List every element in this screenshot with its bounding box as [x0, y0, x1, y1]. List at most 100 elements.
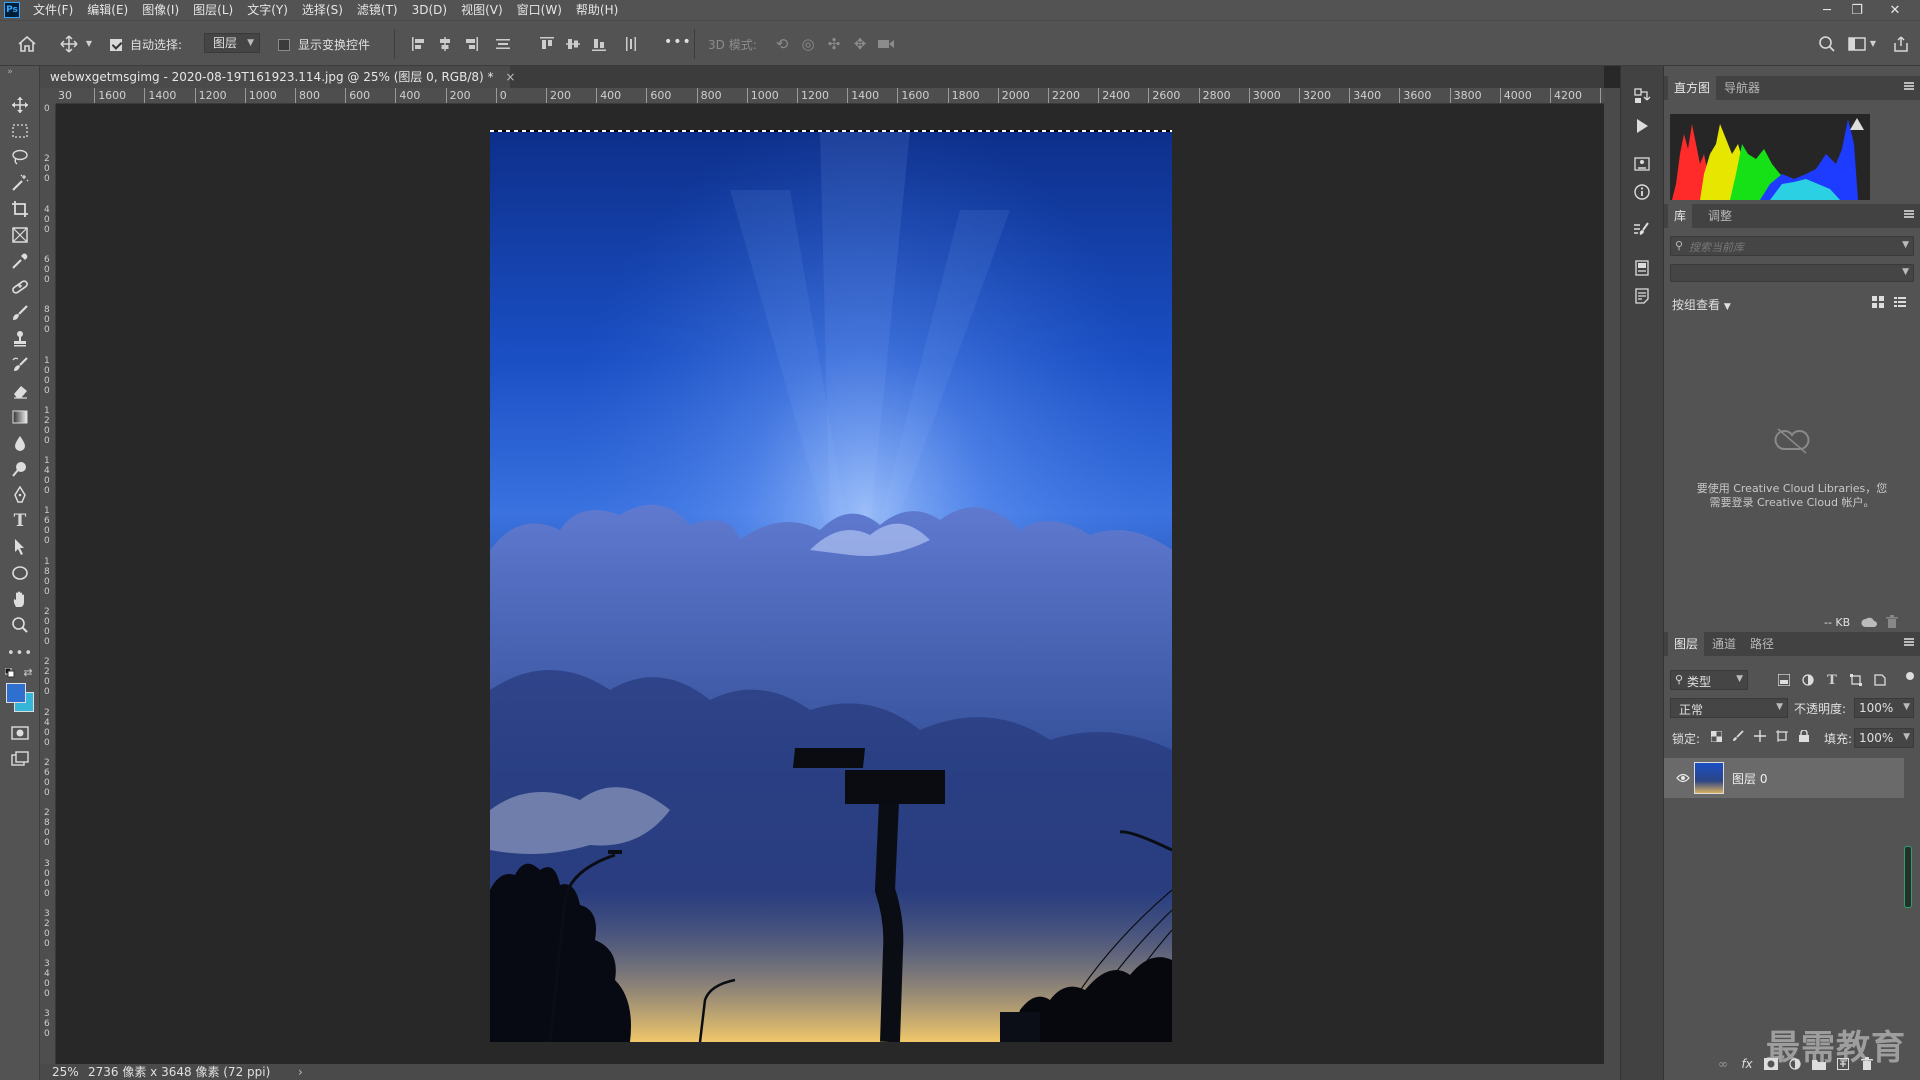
view-by-group-dropdown[interactable]: 按组查看 ▼: [1672, 296, 1731, 313]
align-bottom-icon[interactable]: [590, 35, 608, 53]
layer-style-icon[interactable]: fx: [1738, 1056, 1756, 1072]
layer-name[interactable]: 图层 0: [1732, 770, 1767, 787]
screen-mode-icon[interactable]: [9, 748, 31, 770]
more-options-button[interactable]: •••: [664, 34, 692, 50]
properties-icon[interactable]: [1627, 152, 1657, 176]
document-image[interactable]: [490, 130, 1172, 1042]
3d-slide-icon[interactable]: ✥: [850, 34, 870, 54]
quick-mask-icon[interactable]: [9, 722, 31, 744]
auto-select-target-dropdown[interactable]: 图层 ▼: [204, 33, 260, 53]
align-right-icon[interactable]: [462, 35, 480, 53]
3d-video-camera-icon[interactable]: [876, 34, 896, 54]
edit-toolbar-icon[interactable]: •••: [7, 642, 32, 664]
panel-menu-icon[interactable]: [1904, 638, 1914, 646]
filter-pixel-icon[interactable]: [1774, 670, 1794, 690]
ruler-corner[interactable]: [40, 88, 56, 104]
document-tab[interactable]: webwxgetmsgimg - 2020-08-19T161923.114.j…: [40, 66, 515, 88]
magic-wand-tool-icon[interactable]: [9, 172, 31, 194]
tab-paths[interactable]: 路径: [1744, 632, 1780, 656]
filter-shape-icon[interactable]: [1846, 670, 1866, 690]
menu-help[interactable]: 帮助(H): [569, 0, 625, 20]
menu-image[interactable]: 图像(I): [135, 0, 186, 20]
menu-layer[interactable]: 图层(L): [186, 0, 240, 20]
workspace-icon[interactable]: [1846, 33, 1868, 55]
menu-edit[interactable]: 编辑(E): [80, 0, 135, 20]
collapse-panel-icon[interactable]: »: [2, 66, 18, 78]
tab-navigator[interactable]: 导航器: [1718, 76, 1766, 100]
distribute-horizontal-icon[interactable]: [622, 35, 640, 53]
chevron-down-icon[interactable]: ▼: [1868, 36, 1878, 50]
panel-menu-icon[interactable]: [1904, 210, 1914, 218]
actions-play-icon[interactable]: [1627, 114, 1657, 138]
layers-scrollbar[interactable]: [1904, 846, 1912, 908]
frame-tool-icon[interactable]: [9, 224, 31, 246]
zoom-tool-icon[interactable]: [9, 614, 31, 636]
move-tool-icon[interactable]: [9, 94, 31, 116]
default-colors-icon[interactable]: [5, 668, 15, 678]
filter-toggle-icon[interactable]: [1906, 672, 1914, 680]
library-search-input[interactable]: ⚲ 搜索当前库 ▼: [1670, 236, 1914, 256]
layer-comps-icon[interactable]: [1627, 256, 1657, 280]
hand-tool-icon[interactable]: [9, 588, 31, 610]
vertical-scrollbar[interactable]: [1604, 88, 1620, 1064]
lock-all-icon[interactable]: [1796, 728, 1812, 744]
gradient-tool-icon[interactable]: [9, 406, 31, 428]
link-layers-icon[interactable]: ∞: [1714, 1056, 1732, 1072]
menu-select[interactable]: 选择(S): [295, 0, 350, 20]
align-horizontal-center-icon[interactable]: [436, 35, 454, 53]
tab-histogram[interactable]: 直方图: [1668, 76, 1717, 100]
dodge-tool-icon[interactable]: [9, 458, 31, 480]
eraser-tool-icon[interactable]: [9, 380, 31, 402]
list-view-icon[interactable]: [1892, 294, 1908, 310]
menu-type[interactable]: 文字(Y): [240, 0, 295, 20]
menu-window[interactable]: 窗口(W): [510, 0, 569, 20]
3d-orbit-icon[interactable]: ⟲: [772, 34, 792, 54]
notes-icon[interactable]: [1627, 284, 1657, 308]
panel-menu-icon[interactable]: [1904, 82, 1914, 90]
menu-view[interactable]: 视图(V): [454, 0, 510, 20]
crop-tool-icon[interactable]: [9, 198, 31, 220]
library-select-dropdown[interactable]: ▼: [1670, 264, 1914, 282]
home-icon[interactable]: [16, 33, 38, 55]
lasso-tool-icon[interactable]: [9, 146, 31, 168]
horizontal-ruler[interactable]: 30 1600 1400 1200 1000 800 600 400 200 0 200 400 600…: [56, 88, 1618, 104]
restore-button[interactable]: ❐: [1842, 0, 1872, 20]
vertical-ruler[interactable]: 0 2 0 0 4 0 0 6 0 0 8 0 0 1 0 0 0 1 2 0 0 1 4 0…: [40, 104, 56, 1064]
history-brush-tool-icon[interactable]: [9, 354, 31, 376]
menu-file[interactable]: 文件(F): [26, 0, 80, 20]
lock-image-pixels-icon[interactable]: [1730, 728, 1746, 744]
eye-icon[interactable]: [1674, 770, 1692, 786]
opacity-input[interactable]: 100% ▼: [1854, 698, 1914, 718]
lock-artboard-icon[interactable]: [1774, 728, 1790, 744]
menu-filter[interactable]: 滤镜(T): [350, 0, 405, 20]
foreground-color-swatch[interactable]: [6, 683, 26, 703]
auto-select-checkbox[interactable]: [110, 39, 122, 51]
zoom-level[interactable]: 25%: [52, 1064, 79, 1080]
eyedropper-tool-icon[interactable]: [9, 250, 31, 272]
align-vertical-center-icon[interactable]: [564, 35, 582, 53]
brush-tool-icon[interactable]: [9, 302, 31, 324]
type-tool-icon[interactable]: T: [9, 510, 31, 532]
cloud-sync-icon[interactable]: [1860, 614, 1878, 630]
grid-view-icon[interactable]: [1870, 294, 1886, 310]
tab-layers[interactable]: 图层: [1668, 632, 1705, 656]
status-menu-arrow[interactable]: ›: [298, 1064, 303, 1080]
align-left-icon[interactable]: [410, 35, 428, 53]
filter-adjustment-icon[interactable]: [1798, 670, 1818, 690]
share-icon[interactable]: [1890, 33, 1912, 55]
blur-tool-icon[interactable]: [9, 432, 31, 454]
ellipse-tool-icon[interactable]: [9, 562, 31, 584]
tab-channels[interactable]: 通道: [1706, 632, 1742, 656]
healing-brush-tool-icon[interactable]: [9, 276, 31, 298]
marquee-tool-icon[interactable]: [9, 120, 31, 142]
swap-colors-icon[interactable]: ⇄: [22, 666, 34, 679]
distribute-vertical-icon[interactable]: [494, 35, 512, 53]
info-icon[interactable]: [1627, 180, 1657, 204]
history-icon[interactable]: [1627, 84, 1657, 108]
3d-roll-icon[interactable]: ◎: [798, 34, 818, 54]
layer-row[interactable]: 图层 0: [1664, 758, 1904, 798]
align-top-icon[interactable]: [538, 35, 556, 53]
layer-filter-dropdown[interactable]: ⚲ 类型 ▼: [1670, 670, 1748, 690]
chevron-down-icon[interactable]: ▼: [84, 36, 94, 50]
lock-transparent-pixels-icon[interactable]: [1708, 728, 1724, 744]
